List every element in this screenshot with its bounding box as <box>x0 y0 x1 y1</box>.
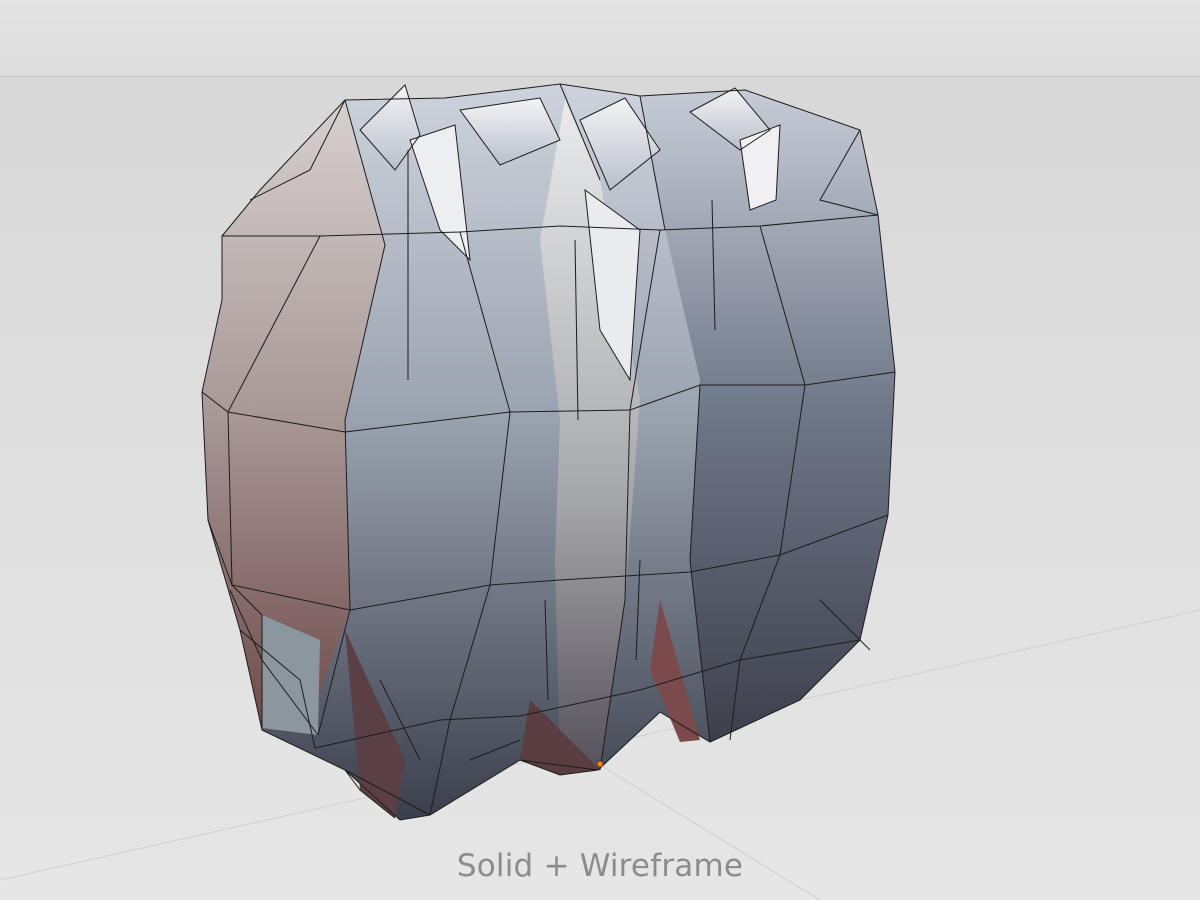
shading-mode-label: Solid + Wireframe <box>456 848 744 884</box>
3d-viewport[interactable]: Solid + Wireframe <box>0 0 1200 900</box>
mesh-scene[interactable] <box>0 0 1200 900</box>
origin-point-icon <box>596 760 604 768</box>
